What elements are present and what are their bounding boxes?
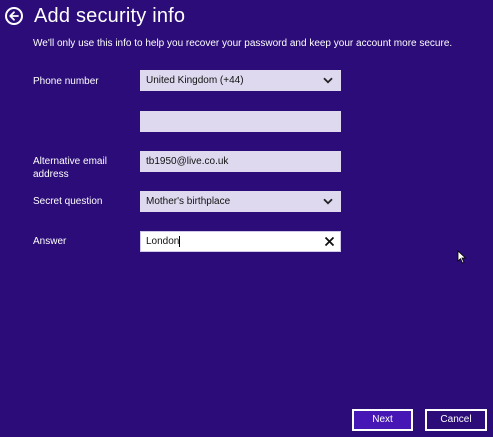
alt-email-label-line1: Alternative email	[33, 156, 107, 167]
page-title: Add security info	[34, 5, 186, 27]
answer-label: Answer	[33, 236, 67, 247]
answer-value: London	[146, 236, 180, 247]
secret-question-label: Secret question	[33, 196, 103, 207]
next-button[interactable]: Next	[352, 409, 413, 431]
chevron-down-icon	[323, 198, 333, 205]
answer-input[interactable]: London	[140, 231, 341, 252]
alt-email-label-line2: address	[33, 169, 69, 180]
cancel-button[interactable]: Cancel	[425, 409, 487, 431]
back-button[interactable]	[5, 7, 23, 25]
country-code-select[interactable]: United Kingdom (+44)	[140, 70, 341, 91]
secret-question-value: Mother's birthplace	[146, 196, 231, 207]
clear-icon[interactable]	[324, 236, 335, 247]
alt-email-input[interactable]: tb1950@live.co.uk	[140, 151, 341, 172]
back-arrow-icon	[9, 11, 19, 21]
phone-number-input[interactable]	[140, 111, 341, 132]
alt-email-label: Alternative email address	[33, 155, 107, 181]
text-caret	[179, 235, 181, 247]
mouse-pointer-icon	[457, 250, 467, 264]
alt-email-value: tb1950@live.co.uk	[146, 156, 229, 167]
country-code-value: United Kingdom (+44)	[146, 75, 244, 86]
chevron-down-icon	[323, 77, 333, 84]
intro-text: We'll only use this info to help you rec…	[33, 38, 453, 49]
phone-number-label: Phone number	[33, 76, 99, 87]
secret-question-select[interactable]: Mother's birthplace	[140, 191, 341, 212]
